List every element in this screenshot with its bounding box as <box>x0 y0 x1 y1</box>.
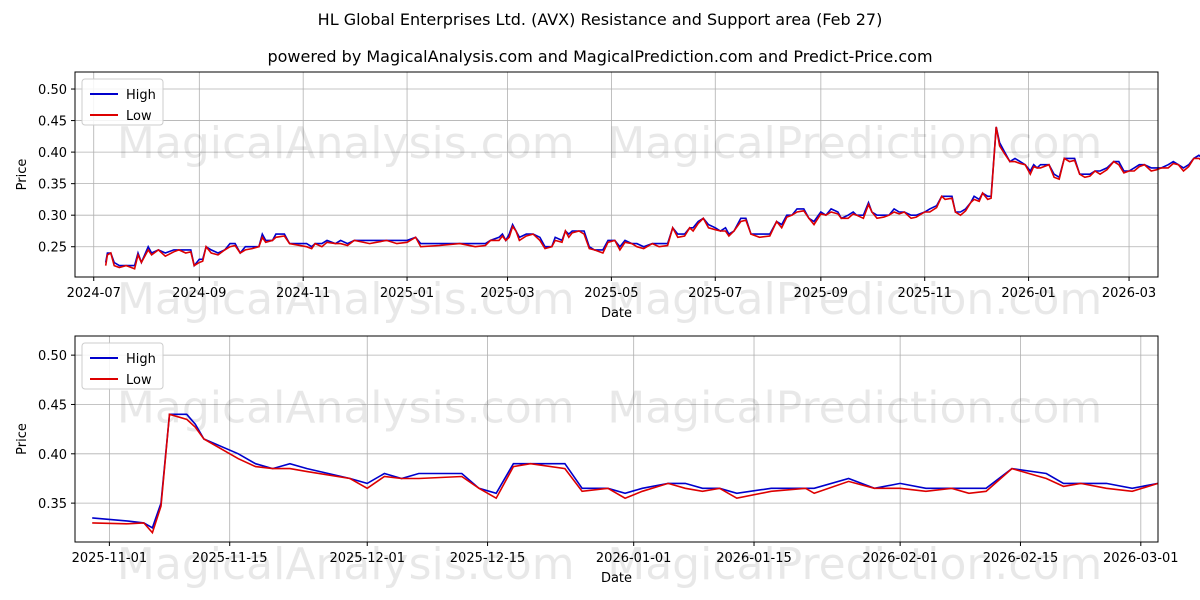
y-tick-label: 0.45 <box>38 398 67 413</box>
x-tick-label: 2025-12-15 <box>450 551 526 566</box>
x-tick-label: 2025-12-01 <box>329 551 405 566</box>
x-tick-label: 2026-03 <box>1102 286 1156 301</box>
x-tick-label: 2025-07 <box>688 286 742 301</box>
high-series-line <box>104 126 1200 268</box>
x-tick-label: 2026-01 <box>1001 286 1055 301</box>
low-series-line <box>104 126 1200 270</box>
y-tick-label: 0.50 <box>38 83 67 98</box>
watermark-text: MagicalPrediction.com <box>607 118 1102 169</box>
y-tick-label: 0.45 <box>38 115 67 130</box>
y-tick-label: 0.50 <box>38 349 67 364</box>
watermark-text: MagicalAnalysis.com <box>117 383 575 434</box>
legend: High Low <box>81 78 164 126</box>
x-tick-label: 2024-09 <box>172 286 226 301</box>
x-axis-label: Date <box>601 571 632 586</box>
y-tick-label: 0.30 <box>38 209 67 224</box>
x-tick-label: 2025-11-01 <box>72 551 148 566</box>
watermark-text: MagicalPrediction.com <box>607 383 1102 434</box>
y-tick-label: 0.25 <box>38 241 67 256</box>
y-axis-label: Price <box>15 423 30 455</box>
x-tick-label: 2026-02-01 <box>862 551 938 566</box>
grid-lines <box>75 72 1158 277</box>
legend-high-label: High <box>126 352 156 367</box>
x-tick-label: 2024-11 <box>276 286 330 301</box>
x-tick-label: 2025-03 <box>480 286 534 301</box>
top-panel: MagicalAnalysis.com MagicalPrediction.com… <box>15 71 1200 325</box>
y-tick-label: 0.40 <box>38 448 67 463</box>
legend-high-label: High <box>126 88 156 103</box>
plot-frame <box>74 335 1159 543</box>
x-tick-label: 2026-03-01 <box>1103 551 1179 566</box>
chart-subtitle: powered by MagicalAnalysis.com and Magic… <box>267 47 932 66</box>
watermark-text: MagicalAnalysis.com <box>117 118 575 169</box>
chart-canvas: HL Global Enterprises Ltd. (AVX) Resista… <box>15 10 1200 590</box>
y-tick-label: 0.35 <box>38 497 67 512</box>
x-tick-label: 2025-09 <box>794 286 848 301</box>
y-axis-label: Price <box>15 159 30 191</box>
chart-title: HL Global Enterprises Ltd. (AVX) Resista… <box>318 10 883 29</box>
grid-lines <box>75 336 1158 542</box>
x-tick-label: 2026-02-15 <box>983 551 1059 566</box>
y-tick-label: 0.40 <box>38 146 67 161</box>
x-axis-label: Date <box>601 306 632 321</box>
legend-low-label: Low <box>126 373 152 388</box>
x-tick-label: 2026-01-15 <box>716 551 792 566</box>
x-tick-label: 2025-05 <box>584 286 638 301</box>
plot-frame <box>74 71 1159 278</box>
x-tick-label: 2025-01 <box>380 286 434 301</box>
legend-low-label: Low <box>126 109 152 124</box>
x-tick-label: 2025-11 <box>898 286 952 301</box>
y-tick-label: 0.35 <box>38 178 67 193</box>
legend: High Low <box>81 342 164 390</box>
x-tick-label: 2024-07 <box>67 286 121 301</box>
x-tick-label: 2026-01-01 <box>596 551 672 566</box>
x-tick-label: 2025-11-15 <box>192 551 268 566</box>
bottom-panel: MagicalAnalysis.com MagicalPrediction.com… <box>15 335 1179 590</box>
